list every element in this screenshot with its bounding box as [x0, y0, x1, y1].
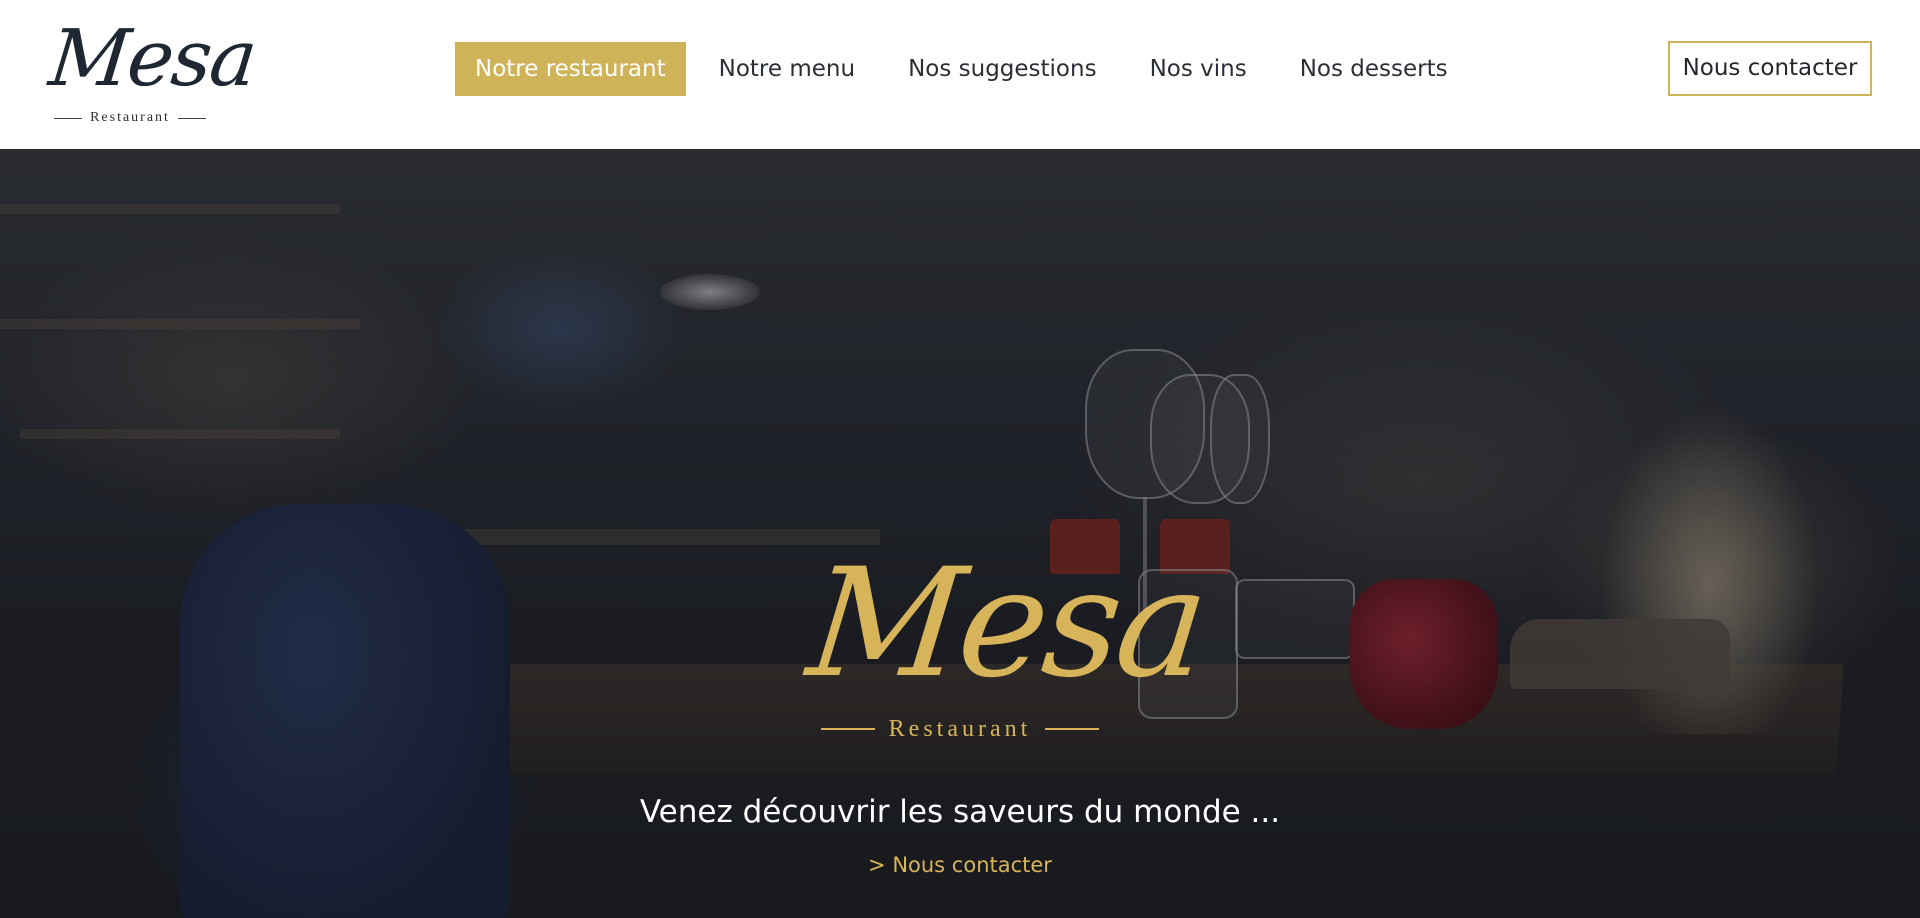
logo-wordmark: Mesa: [45, 14, 260, 104]
hero-logo-subtitle-row: Restaurant: [810, 714, 1110, 744]
hero-logo: Mesa Restaurant: [801, 534, 1212, 749]
logo-divider-left: [54, 117, 83, 119]
hero-logo-subtitle: Restaurant: [888, 715, 1032, 742]
nav-item-nos-suggestions[interactable]: Nos suggestions: [888, 42, 1117, 96]
logo-subtitle: Restaurant: [90, 110, 170, 125]
hero-contact-link[interactable]: > Nous contacter: [760, 849, 1160, 881]
site-logo[interactable]: Mesa Restaurant: [45, 12, 259, 128]
hero-banner: Mesa Restaurant Venez découvrir les save…: [0, 149, 1920, 918]
site-header: Mesa Restaurant Notre restaurant Notre m…: [0, 0, 1920, 149]
hero-tagline: Venez découvrir les saveurs du monde ...: [639, 794, 1281, 830]
hero-divider-left: [820, 728, 875, 730]
hero-logo-wordmark: Mesa: [800, 537, 1212, 711]
nav-item-notre-restaurant[interactable]: Notre restaurant: [455, 42, 686, 96]
hero-divider-right: [1045, 728, 1100, 730]
nav-item-nos-vins[interactable]: Nos vins: [1130, 42, 1267, 96]
logo-subtitle-row: Restaurant: [50, 108, 210, 128]
contact-button[interactable]: Nous contacter: [1668, 41, 1872, 96]
nav-item-nos-desserts[interactable]: Nos desserts: [1280, 42, 1468, 96]
main-nav: Notre restaurant Notre menu Nos suggesti…: [455, 42, 1481, 96]
nav-item-notre-menu[interactable]: Notre menu: [699, 42, 875, 96]
logo-divider-right: [177, 117, 206, 119]
